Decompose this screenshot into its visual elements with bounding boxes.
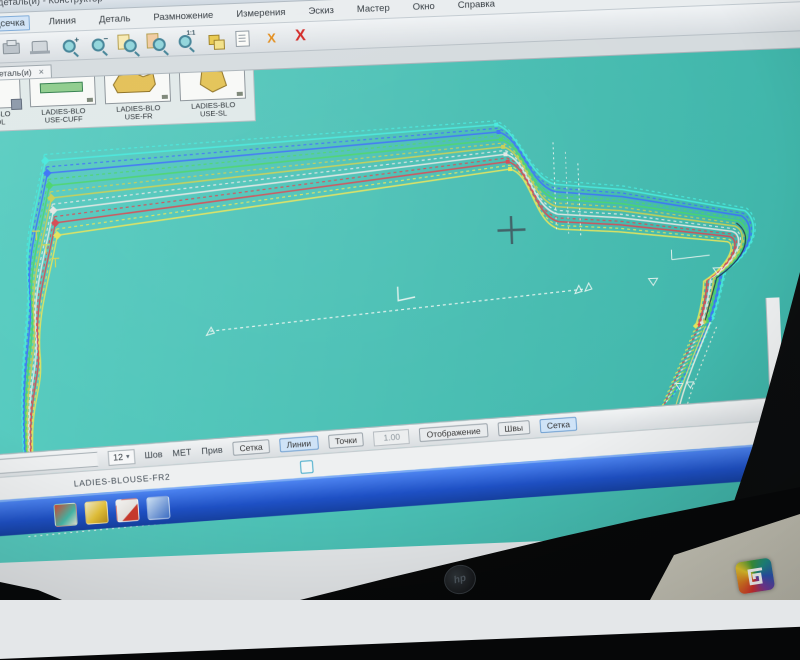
- menu-item-razmnozhenie[interactable]: Размножение: [149, 8, 217, 24]
- display-button[interactable]: Отображение: [419, 423, 489, 443]
- zoom-piece-icon[interactable]: [144, 32, 167, 53]
- grid-button[interactable]: Сетка: [539, 416, 578, 434]
- menu-item-izmereniya[interactable]: Измерения: [232, 5, 290, 20]
- stamp-icon: [161, 94, 168, 99]
- size-value: 12: [112, 451, 124, 463]
- window-title: 5 деталь(и) - Конструктор: [0, 0, 103, 9]
- stamp-icon: [236, 91, 243, 96]
- menu-item-nadsechka[interactable]: Надсечка: [0, 14, 31, 32]
- menu-item-okno[interactable]: Окно: [408, 0, 439, 14]
- taskbar-app-icon-4[interactable]: [146, 495, 171, 520]
- zoom-1to1-icon[interactable]: 1:1: [173, 31, 196, 52]
- rainbow-logo: [734, 557, 776, 595]
- toggle-grid[interactable]: Сетка: [232, 439, 271, 456]
- status-label-shov[interactable]: Шов: [144, 449, 163, 460]
- menu-item-spravka[interactable]: Справка: [453, 0, 499, 12]
- piece-card-col[interactable]: LADIES-BLO USE-COL: [0, 71, 23, 129]
- taskbar-app-icon-2[interactable]: [84, 499, 109, 525]
- menu-item-liniya[interactable]: Линия: [44, 14, 80, 28]
- status-label-priv[interactable]: Прив: [201, 445, 223, 457]
- stamp-icon: [86, 97, 93, 103]
- menu-item-detal[interactable]: Деталь: [95, 12, 135, 27]
- taskbar-app-icon-3[interactable]: [115, 497, 140, 523]
- zoom-in-icon[interactable]: +: [57, 35, 80, 56]
- taskbar-app-icon-1[interactable]: [53, 501, 78, 527]
- tab-label: USE - 5 деталь(и): [0, 67, 32, 80]
- zoom-window-icon[interactable]: [115, 33, 138, 54]
- piece-checkbox[interactable]: [299, 459, 314, 474]
- zoom-out-icon[interactable]: −: [86, 34, 109, 55]
- piece-name-line2: USE-FR: [124, 111, 153, 122]
- seams-button[interactable]: Швы: [497, 420, 531, 437]
- arrange-icon[interactable]: [202, 29, 225, 50]
- floppy-icon: [10, 98, 23, 111]
- status-label-met[interactable]: МЕТ: [172, 447, 192, 458]
- piece-name-line2: USE-SL: [199, 108, 228, 119]
- tab-close-icon[interactable]: ×: [38, 66, 44, 76]
- monitor-screen: 5 деталь(и) - Конструктор Надсечка Линия…: [0, 0, 800, 660]
- toggle-lines[interactable]: Линии: [279, 435, 319, 453]
- chevron-down-icon[interactable]: ▾: [126, 452, 130, 460]
- print-icon[interactable]: [0, 38, 22, 59]
- piece-name-line2: USE-CUFF: [44, 114, 83, 125]
- zoom-value-field: 1.00: [373, 428, 411, 446]
- plotter-icon[interactable]: [28, 36, 51, 57]
- report-icon[interactable]: [231, 28, 254, 49]
- toggle-points[interactable]: Точки: [327, 432, 365, 449]
- delete-icon[interactable]: X: [260, 27, 283, 48]
- piece-name-line2: USE-COL: [0, 117, 6, 128]
- current-piece-name: LADIES-BLOUSE-FR2: [73, 471, 171, 489]
- size-selector[interactable]: 12 ▾: [107, 448, 136, 466]
- menu-item-eskiz[interactable]: Эскиз: [304, 3, 338, 17]
- delete-all-icon[interactable]: X: [289, 26, 312, 47]
- menu-item-master[interactable]: Мастер: [353, 1, 394, 16]
